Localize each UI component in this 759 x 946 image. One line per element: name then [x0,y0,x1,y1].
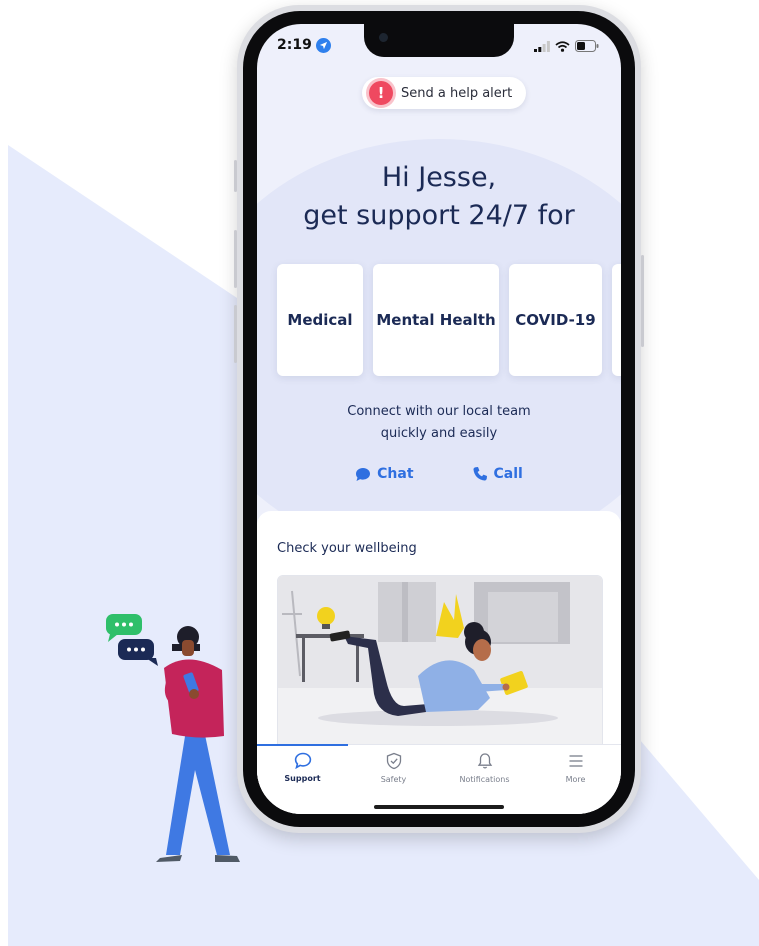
tab-support-label: Support [284,774,321,783]
wellbeing-card[interactable] [277,575,603,752]
tab-safety-label: Safety [380,775,407,784]
phone-device: 2:19 ! Send a help alert Hi Jesse, get s… [234,5,644,833]
category-card-medical[interactable]: Medical [277,264,363,376]
connect-text: Connect with our local team quickly and … [257,401,621,445]
greeting-name: Hi Jesse, [381,162,497,193]
connect-line-2: quickly and easily [380,426,498,441]
home-indicator[interactable] [374,805,504,809]
wellbeing-title: Check your wellbeing [277,541,417,556]
front-camera [379,33,388,42]
chat-button[interactable]: Chat [355,466,414,482]
contact-actions: Chat Call [257,466,621,482]
app-screen: 2:19 ! Send a help alert Hi Jesse, get s… [257,24,621,814]
shield-check-icon [386,752,401,770]
battery-icon [575,40,599,52]
person-with-phone-illustration [106,614,240,862]
support-category-carousel[interactable]: Medical Mental Health COVID-19 [277,264,621,376]
call-button[interactable]: Call [472,466,523,482]
tab-safety[interactable]: Safety [348,752,439,784]
cellular-signal-icon [534,40,550,52]
tab-notifications-label: Notifications [459,775,510,784]
category-card-mental-health[interactable]: Mental Health [373,264,499,376]
send-help-alert-label: Send a help alert [401,85,513,101]
reading-woman-illustration [278,576,602,751]
wifi-icon [555,40,570,52]
tab-notifications[interactable]: Notifications [439,752,530,784]
chat-label: Chat [377,466,414,482]
alert-exclamation-icon: ! [369,81,393,105]
tab-support[interactable]: Support [257,752,348,783]
send-help-alert-button[interactable]: ! Send a help alert [362,77,527,109]
bottom-tab-bar: Support Safety Notifications More [257,744,621,814]
tab-more-label: More [565,775,586,784]
phone-icon [473,467,487,481]
mute-switch [234,160,237,192]
volume-down-button [234,305,237,363]
greeting-subtitle: get support 24/7 for [303,200,575,231]
tab-more[interactable]: More [530,752,621,784]
greeting-heading: Hi Jesse, get support 24/7 for [257,159,621,235]
call-label: Call [493,466,523,482]
tab-active-indicator [257,744,348,746]
status-indicators [534,40,599,52]
category-card-partial[interactable] [612,264,621,376]
notch [364,24,514,57]
chat-bubble-icon [294,752,311,769]
menu-icon [569,755,582,767]
category-card-covid-19[interactable]: COVID-19 [509,264,602,376]
connect-line-1: Connect with our local team [347,404,531,419]
chat-bubble-icon [356,467,371,481]
volume-up-button [234,230,237,288]
power-button [641,255,644,347]
status-time-text: 2:19 [277,37,312,53]
bell-icon [477,753,492,769]
status-time: 2:19 [277,37,331,53]
location-arrow-icon [315,37,331,53]
